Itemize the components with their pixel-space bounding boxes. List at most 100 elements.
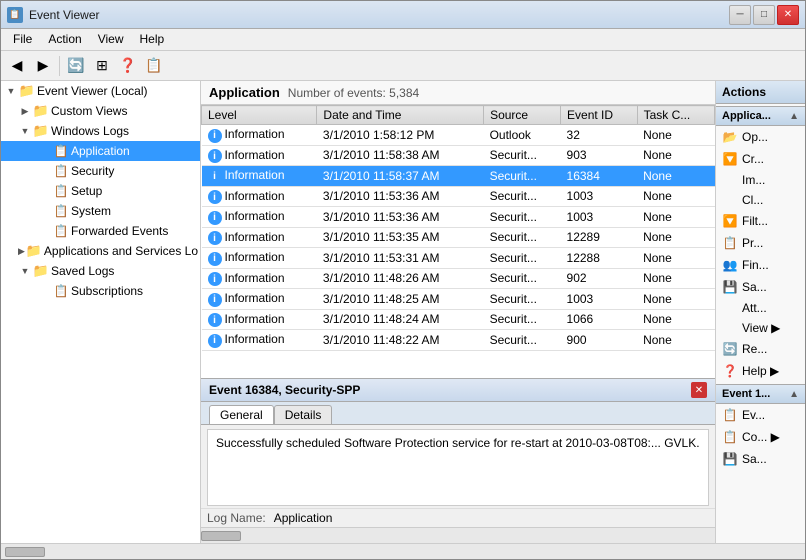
- cell-source: Securit...: [484, 268, 561, 289]
- detail-text[interactable]: Successfully scheduled Software Protecti…: [207, 429, 709, 506]
- tab-general[interactable]: General: [209, 405, 274, 424]
- menu-file[interactable]: File: [5, 31, 40, 48]
- events-table-container[interactable]: Level Date and Time Source Event ID Task…: [201, 105, 715, 378]
- forwarded-events-label: Forwarded Events: [71, 224, 168, 238]
- table-row[interactable]: iInformation3/1/2010 11:58:37 AMSecurit.…: [202, 166, 715, 187]
- tree-security[interactable]: 📋 Security: [1, 161, 200, 181]
- action-item[interactable]: 📋Ev...: [716, 404, 805, 426]
- setup-icon: 📋: [53, 183, 69, 199]
- tree-windows-logs[interactable]: ▼ 📁 Windows Logs: [1, 121, 200, 141]
- menu-help[interactable]: Help: [132, 31, 173, 48]
- app-services-expander: ▶: [17, 243, 26, 259]
- action-item[interactable]: 💾Sa...: [716, 448, 805, 470]
- action-icon: 💾: [722, 279, 738, 295]
- cell-source: Securit...: [484, 289, 561, 310]
- cell-level: iInformation: [202, 186, 317, 207]
- cell-source: Outlook: [484, 125, 561, 146]
- tree-root[interactable]: ▼ 📁 Event Viewer (Local): [1, 81, 200, 101]
- table-row[interactable]: iInformation3/1/2010 11:53:31 AMSecurit.…: [202, 248, 715, 269]
- security-icon: 📋: [53, 163, 69, 179]
- cell-datetime: 3/1/2010 11:48:25 AM: [317, 289, 484, 310]
- detail-scrollbar-x[interactable]: [201, 527, 715, 543]
- table-row[interactable]: iInformation3/1/2010 11:53:36 AMSecurit.…: [202, 207, 715, 228]
- table-row[interactable]: iInformation3/1/2010 11:53:35 AMSecurit.…: [202, 227, 715, 248]
- action-icon: 📂: [722, 129, 738, 145]
- col-task[interactable]: Task C...: [637, 106, 714, 125]
- tree-saved-logs[interactable]: ▼ 📁 Saved Logs: [1, 261, 200, 281]
- detail-scroll-thumb[interactable]: [201, 531, 241, 541]
- maximize-button[interactable]: □: [753, 5, 775, 25]
- action-item[interactable]: 🔽Cr...: [716, 148, 805, 170]
- help-button[interactable]: ❓: [116, 54, 140, 78]
- table-row[interactable]: iInformation3/1/2010 11:48:24 AMSecurit.…: [202, 309, 715, 330]
- tree-app-services[interactable]: ▶ 📁 Applications and Services Lo: [1, 241, 200, 261]
- forwarded-events-expander: [37, 223, 53, 239]
- col-datetime[interactable]: Date and Time: [317, 106, 484, 125]
- action-item[interactable]: 💾Sa...: [716, 276, 805, 298]
- bottom-scroll-thumb[interactable]: [5, 547, 45, 557]
- action-label: Sa...: [742, 452, 767, 466]
- action-item[interactable]: 📋Co... ▶: [716, 426, 805, 448]
- menu-action[interactable]: Action: [40, 31, 89, 48]
- tree-application[interactable]: 📋 Application: [1, 141, 200, 161]
- table-row[interactable]: iInformation3/1/2010 11:48:22 AMSecurit.…: [202, 330, 715, 351]
- action-item[interactable]: Im...: [716, 170, 805, 190]
- detail-footer: Log Name: Application: [201, 508, 715, 527]
- view-button[interactable]: ⊞: [90, 54, 114, 78]
- action-item[interactable]: ❓Help ▶: [716, 360, 805, 382]
- info-icon: i: [208, 334, 222, 348]
- action-item[interactable]: 🔽Filt...: [716, 210, 805, 232]
- close-button[interactable]: ✕: [777, 5, 799, 25]
- menu-bar: File Action View Help: [1, 29, 805, 51]
- system-label: System: [71, 204, 111, 218]
- action-item[interactable]: 🔄Re...: [716, 338, 805, 360]
- application-label: Application: [71, 144, 130, 158]
- action-item[interactable]: 📋Pr...: [716, 232, 805, 254]
- tree-setup[interactable]: 📋 Setup: [1, 181, 200, 201]
- close-detail-button[interactable]: ✕: [691, 382, 707, 398]
- events-table: Level Date and Time Source Event ID Task…: [201, 105, 715, 351]
- security-expander: [37, 163, 53, 179]
- tab-details[interactable]: Details: [274, 405, 333, 424]
- action-item[interactable]: Cl...: [716, 190, 805, 210]
- action-item[interactable]: 📂 Op...: [716, 126, 805, 148]
- action-label: Att...: [742, 301, 767, 315]
- tree-custom-views[interactable]: ▶ 📁 Custom Views: [1, 101, 200, 121]
- info-icon: i: [208, 170, 222, 184]
- table-row[interactable]: iInformation3/1/2010 1:58:12 PMOutlook32…: [202, 125, 715, 146]
- col-level[interactable]: Level: [202, 106, 317, 125]
- cell-source: Securit...: [484, 309, 561, 330]
- actions-section2-header[interactable]: Event 1... ▲: [716, 384, 805, 404]
- col-eventid[interactable]: Event ID: [561, 106, 638, 125]
- back-button[interactable]: ◀: [5, 54, 29, 78]
- tree-subscriptions[interactable]: 📋 Subscriptions: [1, 281, 200, 301]
- action-item[interactable]: Att...: [716, 298, 805, 318]
- table-row[interactable]: iInformation3/1/2010 11:53:36 AMSecurit.…: [202, 186, 715, 207]
- cell-source: Securit...: [484, 145, 561, 166]
- application-icon: 📋: [53, 143, 69, 159]
- cell-eventid: 1003: [561, 186, 638, 207]
- refresh-button[interactable]: 🔄: [64, 54, 88, 78]
- action-item[interactable]: 👥Fin...: [716, 254, 805, 276]
- table-row[interactable]: iInformation3/1/2010 11:48:26 AMSecurit.…: [202, 268, 715, 289]
- forwarded-events-icon: 📋: [53, 223, 69, 239]
- forward-button[interactable]: ▶: [31, 54, 55, 78]
- export-button[interactable]: 📋: [142, 54, 166, 78]
- actions-section1-header[interactable]: Applica... ▲: [716, 106, 805, 126]
- table-row[interactable]: iInformation3/1/2010 11:48:25 AMSecurit.…: [202, 289, 715, 310]
- cell-eventid: 900: [561, 330, 638, 351]
- subscriptions-label: Subscriptions: [71, 284, 143, 298]
- cell-eventid: 1003: [561, 289, 638, 310]
- minimize-button[interactable]: ─: [729, 5, 751, 25]
- bottom-scrollbar[interactable]: [1, 543, 805, 559]
- main-window: 📋 Event Viewer ─ □ ✕ File Action View He…: [0, 0, 806, 560]
- tree-system[interactable]: 📋 System: [1, 201, 200, 221]
- menu-view[interactable]: View: [90, 31, 132, 48]
- action-label: Op...: [742, 130, 768, 144]
- info-icon: i: [208, 211, 222, 225]
- col-source[interactable]: Source: [484, 106, 561, 125]
- tree-forwarded-events[interactable]: 📋 Forwarded Events: [1, 221, 200, 241]
- table-row[interactable]: iInformation3/1/2010 11:58:38 AMSecurit.…: [202, 145, 715, 166]
- action-item[interactable]: View ▶: [716, 318, 805, 338]
- right-panel: Actions Applica... ▲ 📂Op...🔽Cr...Im...Cl…: [715, 81, 805, 543]
